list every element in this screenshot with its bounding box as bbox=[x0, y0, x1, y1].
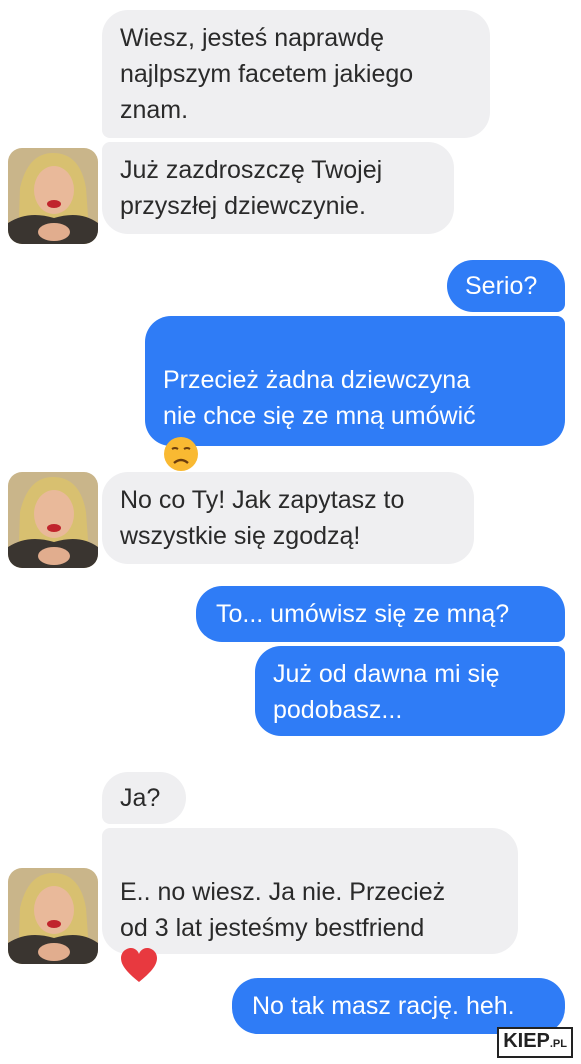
message-bubble-incoming: E.. no wiesz. Ja nie. Przecież od 3 lat … bbox=[102, 828, 518, 982]
avatar[interactable] bbox=[8, 868, 98, 964]
message-bubble-outgoing: Już od dawna mi się podobasz... bbox=[255, 646, 565, 736]
avatar[interactable] bbox=[8, 148, 98, 244]
message-bubble-incoming: No co Ty! Jak zapytasz to wszystkie się … bbox=[102, 472, 474, 564]
watermark-suffix: .PL bbox=[549, 1038, 567, 1050]
message-bubble-incoming: Ja? bbox=[102, 772, 186, 824]
message-bubble-incoming: Wiesz, jesteś naprawdę najlpszym facetem… bbox=[102, 10, 490, 138]
message-bubble-outgoing: Serio? bbox=[447, 260, 565, 312]
message-bubble-outgoing: No tak masz rację. heh. bbox=[232, 978, 565, 1034]
heart-emoji bbox=[120, 946, 500, 982]
watermark-logo: KIEP.PL bbox=[497, 1027, 573, 1058]
avatar[interactable] bbox=[8, 472, 98, 568]
message-bubble-incoming: Już zazdroszczę Twojej przyszłej dziewcz… bbox=[102, 142, 454, 234]
message-text: E.. no wiesz. Ja nie. Przecież od 3 lat … bbox=[120, 878, 446, 942]
message-text: Przecież żadna dziewczyna nie chce się z… bbox=[163, 366, 476, 430]
watermark-main: KIEP bbox=[503, 1030, 550, 1052]
sad-face-emoji bbox=[163, 434, 547, 471]
message-bubble-outgoing: Przecież żadna dziewczyna nie chce się z… bbox=[145, 316, 565, 471]
message-bubble-outgoing: To... umówisz się ze mną? bbox=[196, 586, 565, 642]
